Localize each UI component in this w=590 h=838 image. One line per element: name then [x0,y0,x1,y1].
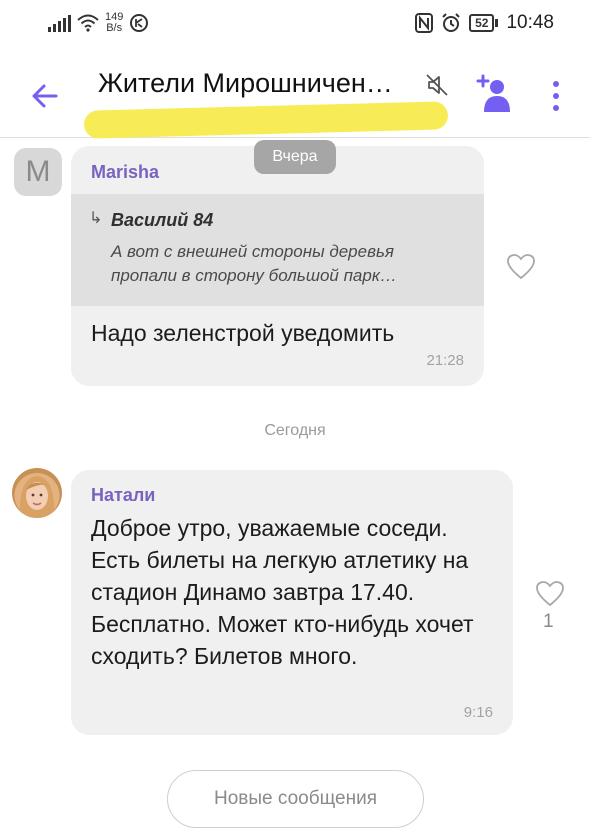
message-time: 21:28 [426,352,464,369]
message-bubble[interactable]: Marisha ↳ Василий 84 А вот с внешней сто… [71,146,484,386]
sender-name[interactable]: Натали [91,485,155,506]
status-right: 52 10:48 [415,12,554,34]
message-bubble[interactable]: Натали Доброе утро, уважаемые соседи. Ес… [71,470,513,735]
quoted-author: Василий 84 [111,210,214,230]
network-speed: 149 B/s [105,12,123,34]
status-bar: 149 B/s 52 10:48 [0,0,590,50]
nfc-icon [415,13,434,33]
battery-icon: 52 [469,14,499,32]
vpn-icon [130,14,149,32]
heart-icon[interactable] [506,253,536,281]
message-text: Надо зеленстрой уведомить [91,320,395,346]
avatar-natali[interactable] [12,468,62,518]
quoted-text: А вот с внешней стороны деревья пропали … [111,242,397,285]
subtitle-redaction [83,101,449,139]
muted-bell-icon [426,74,448,96]
avatar-photo-icon [19,476,55,518]
status-left: 149 B/s [48,12,149,34]
chat-header: Жители Мирошничен… [0,50,590,139]
sender-name[interactable]: Marisha [91,162,159,183]
back-arrow-icon[interactable] [26,76,66,116]
reply-arrow-icon: ↳ [89,210,103,227]
chat-title[interactable]: Жители Мирошничен… [98,68,393,99]
battery-level: 52 [469,14,495,32]
date-badge-yesterday: Вчера [254,140,336,174]
speed-unit: B/s [106,22,123,34]
new-messages-button[interactable]: Новые сообщения [167,770,424,828]
quoted-reply[interactable]: ↳ Василий 84 А вот с внешней стороны дер… [71,194,484,306]
heart-icon[interactable] [535,580,565,608]
message-text: Доброе утро, уважаемые соседи. Есть биле… [91,515,474,669]
message-time: 9:16 [463,704,493,721]
status-time: 10:48 [506,12,554,33]
avatar-marisha[interactable]: M [14,148,62,196]
alarm-icon [442,13,460,32]
more-vert-icon[interactable] [546,78,566,114]
date-separator-today: Сегодня [264,422,326,439]
wifi-icon [77,14,99,32]
add-participant-icon[interactable] [474,72,514,118]
signal-icon [48,14,71,32]
like-count: 1 [543,611,554,632]
